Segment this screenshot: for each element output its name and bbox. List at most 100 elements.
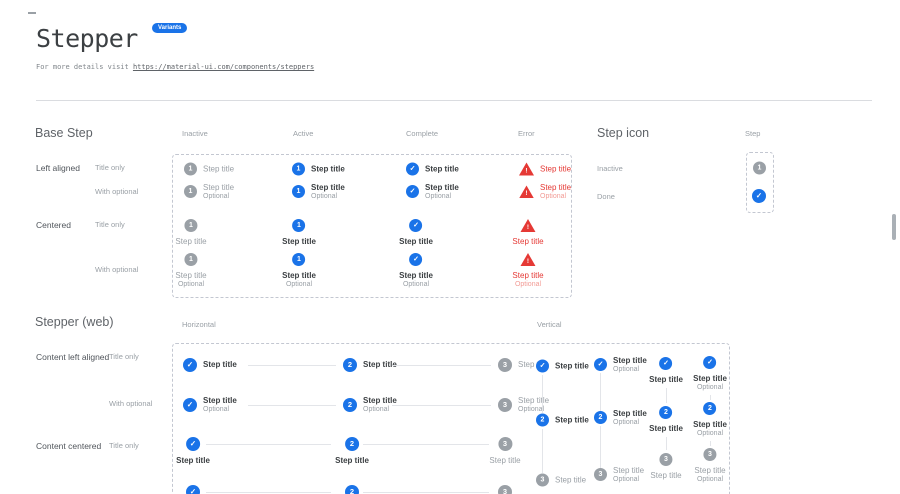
step-complete: ✓ Step title xyxy=(536,360,589,373)
step-number-icon: 3 xyxy=(536,474,549,487)
step-active: 2Step titleOptional xyxy=(343,396,397,414)
step-complete: ✓Step title xyxy=(649,357,683,385)
step-number-icon: 3 xyxy=(498,358,512,372)
check-circle-icon: ✓ xyxy=(594,358,607,371)
step-inactive: 1 xyxy=(753,162,766,175)
step-complete: ✓Step title xyxy=(176,437,210,466)
row-label-done: Done xyxy=(597,192,615,201)
step-complete: ✓Step titleOptional xyxy=(406,183,459,201)
step-title: Step title xyxy=(555,361,589,371)
step-inactive: 3Step title xyxy=(489,437,520,466)
warning-icon: ! xyxy=(519,185,534,198)
step-number-icon: 1 xyxy=(184,253,197,266)
step-title: Step title xyxy=(399,271,433,281)
section-heading-stepper-web: Stepper (web) xyxy=(35,315,114,329)
row-variant-label: Title only xyxy=(109,441,139,450)
step-title: Step title xyxy=(649,375,683,385)
step-active: 2 xyxy=(345,485,359,494)
step-active: 2Step title xyxy=(335,437,369,466)
optional-label: Optional xyxy=(515,281,541,289)
step-inactive: 1Step title xyxy=(184,163,234,176)
column-header-vertical: Vertical xyxy=(537,320,562,329)
step-title: Step title xyxy=(311,183,345,193)
optional-label: Optional xyxy=(178,281,204,289)
step-active: 1Step title xyxy=(282,219,316,247)
step-number-icon: 1 xyxy=(753,162,766,175)
column-header-horizontal: Horizontal xyxy=(182,320,216,329)
optional-label: Optional xyxy=(286,281,312,289)
variants-badge[interactable]: Variants xyxy=(152,23,187,33)
scrollbar-thumb[interactable] xyxy=(892,214,896,240)
step-inactive: 3Step title xyxy=(650,453,681,481)
step-number-icon: 3 xyxy=(594,468,607,481)
optional-label: Optional xyxy=(425,193,459,201)
step-number-icon: 1 xyxy=(293,219,306,232)
step-complete: ✓Step titleOptional xyxy=(594,356,647,374)
check-circle-icon: ✓ xyxy=(183,358,197,372)
step-number-icon: 3 xyxy=(659,453,672,466)
connector-line xyxy=(248,365,336,366)
optional-label: Optional xyxy=(203,406,237,414)
optional-label: Optional xyxy=(363,406,397,414)
step-number-icon: 2 xyxy=(343,358,357,372)
optional-label: Optional xyxy=(697,476,723,484)
check-circle-icon: ✓ xyxy=(410,219,423,232)
row-variant-label: Title only xyxy=(95,163,125,172)
column-header-error: Error xyxy=(518,129,535,138)
connector-line xyxy=(363,492,489,493)
step-title: Step title xyxy=(693,420,727,430)
step-number-icon: 3 xyxy=(703,448,716,461)
step-number-icon: 1 xyxy=(293,253,306,266)
step-title: Step title xyxy=(203,360,237,370)
step-inactive: 3 xyxy=(498,485,512,494)
material-ui-link[interactable]: https://material-ui.com/components/stepp… xyxy=(133,63,314,71)
step-title: Step title xyxy=(512,237,543,247)
step-number-icon: 3 xyxy=(498,485,512,494)
connector-line xyxy=(206,492,331,493)
step-active: 2Step titleOptional xyxy=(594,409,647,427)
step-complete: ✓Step titleOptional xyxy=(399,253,433,289)
step-title: Step title xyxy=(175,237,206,247)
step-active: 1 Step titleOptional xyxy=(282,253,316,289)
check-circle-icon: ✓ xyxy=(186,437,200,451)
row-label-left-aligned: Left aligned xyxy=(36,163,80,173)
step-complete: ✓Step title xyxy=(406,163,459,176)
connector-line xyxy=(248,405,336,406)
step-title: Step title xyxy=(694,466,725,476)
step-title: Step title xyxy=(203,164,234,174)
step-number-icon: 3 xyxy=(498,437,512,451)
column-header-inactive: Inactive xyxy=(182,129,208,138)
step-number-icon: 2 xyxy=(345,437,359,451)
step-complete: ✓Step titleOptional xyxy=(183,396,237,414)
connector-line xyxy=(542,375,543,413)
row-label-inactive: Inactive xyxy=(597,164,623,173)
check-circle-icon: ✓ xyxy=(410,253,423,266)
connector-line xyxy=(710,395,711,400)
row-variant-label: With optional xyxy=(109,399,152,408)
step-title: Step title xyxy=(512,271,543,281)
subtitle-text: For more details visit xyxy=(36,63,129,71)
step-complete: ✓Step titleOptional xyxy=(693,356,727,392)
step-error: !Step title xyxy=(519,163,571,176)
optional-label: Optional xyxy=(697,384,723,392)
column-header-complete: Complete xyxy=(406,129,438,138)
warning-icon: ! xyxy=(520,253,535,266)
step-number-icon: 1 xyxy=(184,219,197,232)
step-title: Step title xyxy=(282,271,316,281)
optional-label: Optional xyxy=(697,430,723,438)
step-number-icon: 2 xyxy=(660,406,673,419)
step-title: Step title xyxy=(425,164,459,174)
step-title: Step title xyxy=(175,271,206,281)
connector-line xyxy=(206,444,331,445)
step-title: Step title xyxy=(649,424,683,434)
row-variant-label: Title only xyxy=(95,220,125,229)
step-title: Step title xyxy=(311,164,345,174)
check-circle-icon: ✓ xyxy=(536,360,549,373)
section-heading-step-icon: Step icon xyxy=(597,126,649,140)
check-circle-icon: ✓ xyxy=(752,189,766,203)
check-circle-icon: ✓ xyxy=(704,356,717,369)
column-header-active: Active xyxy=(293,129,313,138)
step-complete: ✓Step title xyxy=(399,219,433,247)
step-title: Step title xyxy=(555,475,586,485)
page-title: Stepper xyxy=(36,24,138,53)
